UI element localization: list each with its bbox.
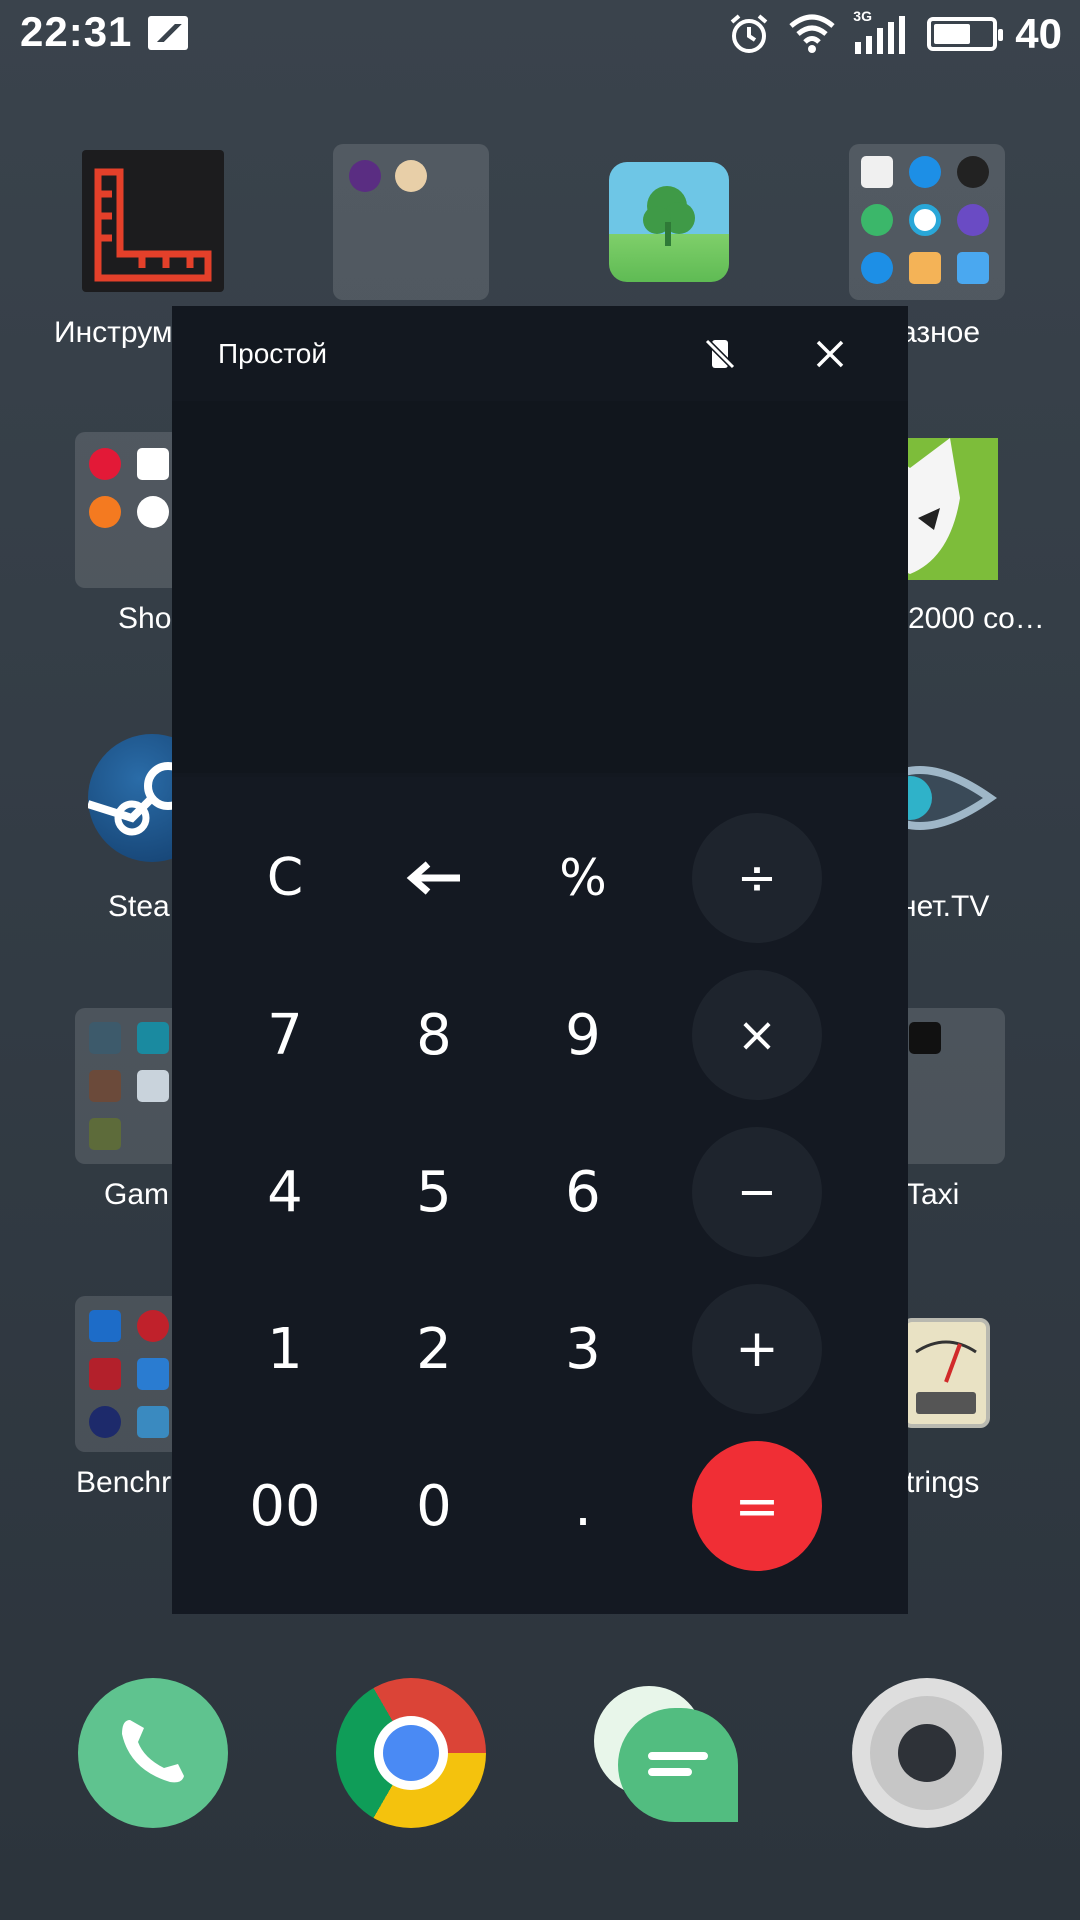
- folder-app-icon: [89, 1118, 121, 1150]
- camera-icon: [870, 1696, 984, 1810]
- ruler-icon: [94, 168, 212, 282]
- folder-app-icon: [957, 156, 989, 188]
- folder-app-icon: [89, 448, 121, 480]
- screenshot-notification-icon: [148, 16, 188, 50]
- folder-app-icon: [89, 1358, 121, 1390]
- folder-app-icon: [137, 448, 169, 480]
- network-type: 3G: [853, 8, 872, 24]
- key-2[interactable]: 2: [369, 1284, 499, 1414]
- app-label: азное: [900, 316, 981, 349]
- key-plus[interactable]: +: [692, 1284, 822, 1414]
- key-8[interactable]: 8: [369, 970, 499, 1100]
- backspace-arrow-icon: [406, 861, 460, 895]
- folder-app-icon: [861, 252, 893, 284]
- battery-icon: [927, 17, 1004, 51]
- status-bar: 22:31 3G 40: [0, 0, 1080, 70]
- key-00[interactable]: 00: [220, 1441, 350, 1571]
- folder-app-icon: [909, 1022, 941, 1054]
- chrome-icon: [374, 1716, 448, 1790]
- key-7[interactable]: 7: [220, 970, 350, 1100]
- app-label: Taxi: [906, 1178, 960, 1211]
- folder-app-icon: [89, 1310, 121, 1342]
- folder-app-icon: [909, 252, 941, 284]
- app-label: нет.TV: [900, 890, 990, 923]
- app-label: trings: [906, 1466, 980, 1499]
- key-9[interactable]: 9: [518, 970, 648, 1100]
- folder-app-icon: [89, 1406, 121, 1438]
- folder-media[interactable]: [333, 144, 489, 300]
- key-clear[interactable]: C: [220, 813, 350, 943]
- folder-app-icon: [909, 204, 941, 236]
- folder-app-icon: [957, 204, 989, 236]
- key-decimal[interactable]: .: [518, 1441, 648, 1571]
- gauge-icon: [915, 1340, 977, 1414]
- calculator-keypad: C % ÷ 7 8 9 × 4 5 6 − 1 2 3 + 00 0 . =: [172, 777, 908, 1614]
- key-0[interactable]: 0: [369, 1441, 499, 1571]
- close-button[interactable]: [800, 324, 860, 384]
- key-multiply[interactable]: ×: [692, 970, 822, 1100]
- folder-misc[interactable]: [849, 144, 1005, 300]
- folder-app-icon: [957, 252, 989, 284]
- calculator-mode-title[interactable]: Простой: [218, 338, 327, 370]
- app-label: Gam: [104, 1178, 170, 1211]
- cell-signal-icon: 3G: [853, 8, 909, 56]
- key-4[interactable]: 4: [220, 1127, 350, 1257]
- calculator-header: Простой: [172, 306, 908, 401]
- folder-app-icon: [349, 160, 381, 192]
- key-percent[interactable]: %: [518, 813, 648, 943]
- screen-rotation-off-icon: [704, 338, 736, 370]
- app-label: Sho: [118, 602, 172, 635]
- key-6[interactable]: 6: [518, 1127, 648, 1257]
- app-label: Benchr: [76, 1466, 172, 1499]
- app-gallery[interactable]: [609, 162, 729, 282]
- dock-camera[interactable]: [852, 1678, 1002, 1828]
- folder-app-icon: [137, 1070, 169, 1102]
- folder-app-icon: [861, 156, 893, 188]
- app-label: 2000 co…: [908, 602, 1045, 635]
- app-strings[interactable]: [902, 1318, 990, 1428]
- tree-icon: [643, 186, 695, 246]
- folder-app-icon: [137, 1022, 169, 1054]
- key-backspace[interactable]: [369, 813, 499, 943]
- key-divide[interactable]: ÷: [692, 813, 822, 943]
- folder-app-icon: [137, 496, 169, 528]
- calculator-window: Простой C % ÷ 7 8 9 × 4 5 6 − 1 2 3 + 00…: [172, 306, 908, 1614]
- phone-icon: [122, 1720, 184, 1783]
- dock-phone[interactable]: [78, 1678, 228, 1828]
- folder-app-icon: [137, 1310, 169, 1342]
- dock-chrome[interactable]: [336, 1678, 486, 1828]
- dock-messages[interactable]: [594, 1686, 744, 1826]
- app-label: Stea: [108, 890, 170, 923]
- calculator-display: [172, 401, 908, 773]
- key-5[interactable]: 5: [369, 1127, 499, 1257]
- folder-app-icon: [137, 1358, 169, 1390]
- app-instruments[interactable]: [82, 150, 224, 292]
- no-rotate-button[interactable]: [690, 324, 750, 384]
- alarm-icon: [730, 14, 768, 53]
- app-label: Инструм: [54, 316, 173, 349]
- folder-app-icon: [909, 156, 941, 188]
- folder-app-icon: [861, 204, 893, 236]
- folder-app-icon: [89, 1070, 121, 1102]
- folder-app-icon: [89, 1022, 121, 1054]
- folder-app-icon: [89, 496, 121, 528]
- message-icon: [648, 1752, 708, 1776]
- key-minus[interactable]: −: [692, 1127, 822, 1257]
- folder-app-icon: [137, 1406, 169, 1438]
- status-time: 22:31: [20, 8, 133, 55]
- key-equals[interactable]: =: [692, 1441, 822, 1571]
- close-icon: [816, 340, 844, 368]
- key-3[interactable]: 3: [518, 1284, 648, 1414]
- battery-percent: 40: [1015, 10, 1062, 57]
- key-1[interactable]: 1: [220, 1284, 350, 1414]
- wifi-icon: [789, 14, 835, 53]
- folder-app-icon: [395, 160, 427, 192]
